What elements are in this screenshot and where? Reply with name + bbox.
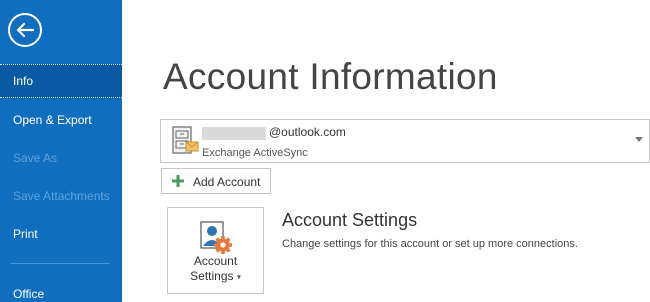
back-arrow-icon — [16, 22, 34, 38]
account-settings-label-line1: Account — [193, 254, 238, 268]
account-settings-title: Account Settings — [282, 210, 418, 230]
sidebar-item-save-attachments: Save Attachments — [13, 189, 110, 203]
sidebar-item-open-export[interactable]: Open & Export — [0, 103, 122, 137]
backstage-sidebar: Info Open & Export Save As Save Attachme… — [0, 0, 122, 302]
sidebar-divider — [10, 263, 110, 264]
sidebar-item-office[interactable]: Office — [0, 277, 122, 302]
account-settings-label: Account Settings ▾ — [168, 254, 263, 284]
sidebar-item-print[interactable]: Print — [0, 217, 122, 251]
sidebar-item-info[interactable]: Info — [0, 64, 122, 98]
chevron-down-icon[interactable] — [635, 137, 643, 142]
back-button[interactable] — [8, 13, 42, 47]
account-settings-label-line2: Settings — [190, 269, 234, 283]
account-settings-button[interactable]: Account Settings ▾ — [167, 207, 264, 294]
add-account-button[interactable]: Add Account — [161, 168, 271, 194]
caret-down-icon: ▾ — [236, 272, 241, 282]
account-settings-description: Change settings for this account or set … — [282, 238, 578, 250]
account-email: @outlook.com — [269, 125, 346, 139]
account-type: Exchange ActiveSync — [202, 147, 308, 159]
email-account-icon — [172, 126, 199, 154]
sidebar-item-save-as: Save As — [13, 151, 58, 165]
account-settings-icon — [200, 221, 232, 254]
add-account-label: Add Account — [193, 175, 261, 189]
redacted-email-part — [202, 127, 266, 140]
page-title: Account Information — [163, 56, 498, 97]
account-selector[interactable]: @outlook.com Exchange ActiveSync — [160, 119, 650, 163]
plus-icon — [172, 175, 184, 187]
